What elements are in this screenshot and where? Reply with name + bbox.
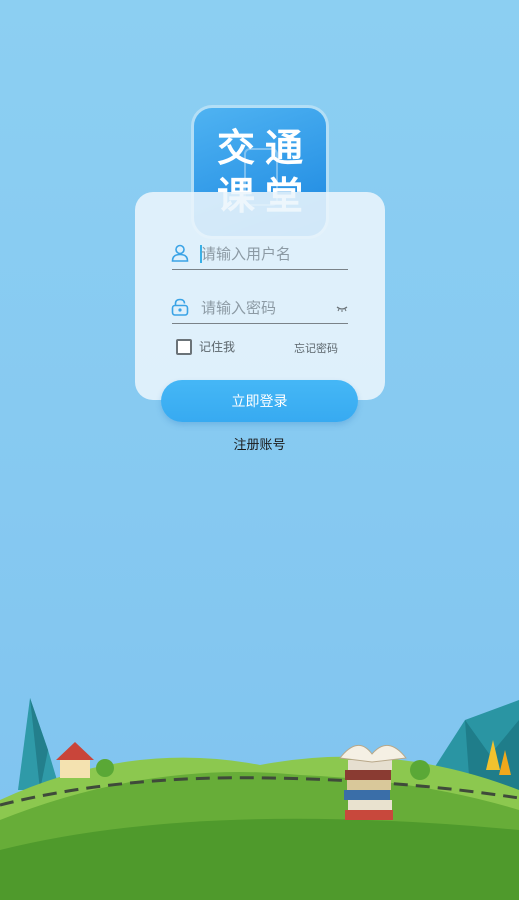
bush xyxy=(96,759,114,777)
user-icon xyxy=(171,244,189,262)
login-button[interactable]: 立即登录 xyxy=(161,380,358,422)
logo-char: 交 xyxy=(216,126,255,170)
book xyxy=(347,780,391,790)
landscape-illustration xyxy=(0,698,519,900)
book xyxy=(344,790,390,800)
remember-label: 记住我 xyxy=(199,340,236,354)
bush xyxy=(410,760,430,780)
password-field[interactable] xyxy=(171,295,348,324)
login-screen: 交 通 课 堂 记住我 忘记密码 立即登录 注册账号 xyxy=(0,0,519,900)
open-book xyxy=(339,745,407,763)
book xyxy=(345,810,393,820)
password-input[interactable] xyxy=(201,295,331,321)
username-input[interactable] xyxy=(201,241,331,267)
eye-icon[interactable] xyxy=(336,303,348,313)
logo-char: 通 xyxy=(264,126,303,170)
book xyxy=(345,770,391,780)
username-field[interactable] xyxy=(171,241,348,270)
forgot-password-link[interactable]: 忘记密码 xyxy=(294,340,338,356)
register-link[interactable]: 注册账号 xyxy=(0,434,519,453)
lock-icon xyxy=(171,298,189,316)
book xyxy=(348,800,392,810)
house xyxy=(60,758,90,778)
checkbox-icon[interactable] xyxy=(176,338,192,355)
remember-me[interactable]: 记住我 xyxy=(176,338,235,355)
house-roof xyxy=(56,742,94,760)
